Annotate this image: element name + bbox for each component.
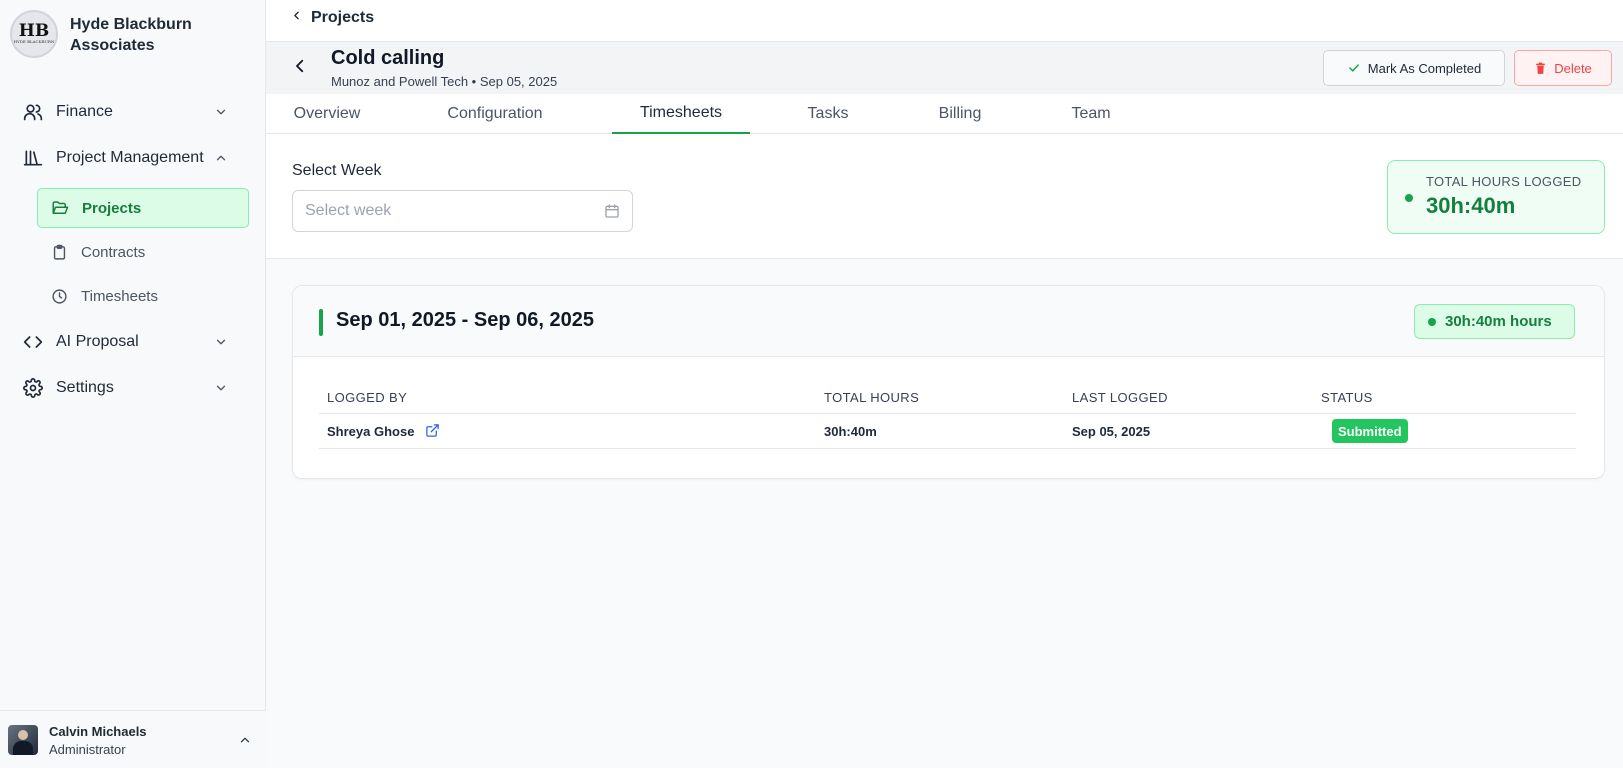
library-icon xyxy=(22,147,44,169)
tab-team[interactable]: Team xyxy=(1069,94,1113,134)
total-hours-value: 30h:40m xyxy=(1426,193,1516,218)
sidebar-item-project-management[interactable]: Project Management xyxy=(22,142,240,174)
company-name: Hyde Blackburn Associates xyxy=(70,16,192,54)
chevron-up-icon[interactable] xyxy=(238,733,252,752)
code-icon xyxy=(22,331,44,353)
chevron-left-icon xyxy=(290,9,303,27)
sidebar-item-label: Projects xyxy=(82,199,142,217)
tab-overview[interactable]: Overview xyxy=(292,94,362,134)
sidebar-item-settings[interactable]: Settings xyxy=(22,372,240,404)
week-timesheet-card: Sep 01, 2025 - Sep 06, 2025 30h:40m hour… xyxy=(292,285,1605,479)
user-role: Administrator xyxy=(49,742,126,757)
chevron-left-icon xyxy=(291,57,309,80)
total-hours-cell: 30h:40m xyxy=(824,424,877,439)
sidebar-item-ai-proposal[interactable]: AI Proposal xyxy=(22,326,240,358)
sidebar-item-label: Finance xyxy=(56,103,113,120)
tab-timesheets[interactable]: Timesheets xyxy=(612,94,750,134)
chevron-down-icon xyxy=(214,335,228,354)
accent-bar xyxy=(319,309,323,336)
check-icon xyxy=(1347,61,1361,75)
sidebar-item-projects[interactable]: Projects xyxy=(37,188,249,228)
select-week-label: Select Week xyxy=(292,162,382,179)
user-name: Calvin Michaels xyxy=(49,724,147,739)
tab-billing[interactable]: Billing xyxy=(935,94,985,134)
sidebar: HB HYDE BLACKBURN Hyde Blackburn Associa… xyxy=(0,0,266,768)
tab-configuration[interactable]: Configuration xyxy=(444,94,546,134)
column-total-hours: TOTAL HOURS xyxy=(824,390,920,405)
avatar xyxy=(8,725,38,755)
user-profile[interactable]: Calvin Michaels Administrator xyxy=(0,710,266,768)
sidebar-item-label: Timesheets xyxy=(81,287,158,305)
week-picker-input[interactable]: Select week xyxy=(292,190,633,232)
last-logged-cell: Sep 05, 2025 xyxy=(1072,424,1151,439)
week-hours-badge: 30h:40m hours xyxy=(1414,304,1575,339)
project-header: Cold calling Munoz and Powell Tech • Sep… xyxy=(266,42,1623,94)
calendar-icon xyxy=(604,203,620,224)
sidebar-item-label: Project Management xyxy=(56,149,204,166)
company-logo: HB HYDE BLACKBURN xyxy=(10,10,58,58)
sidebar-item-label: Contracts xyxy=(81,243,146,261)
status-dot xyxy=(1428,317,1436,326)
delete-label: Delete xyxy=(1554,60,1592,76)
folder-open-icon xyxy=(50,198,70,218)
week-hours-badge-label: 30h:40m hours xyxy=(1445,313,1552,330)
chevron-up-icon xyxy=(214,151,228,170)
breadcrumb[interactable]: Projects xyxy=(290,9,374,27)
users-icon xyxy=(22,101,44,123)
main-content: Projects Cold calling Munoz and Powell T… xyxy=(266,0,1623,768)
week-range-title: Sep 01, 2025 - Sep 06, 2025 xyxy=(336,309,594,331)
status-dot xyxy=(1405,194,1413,202)
external-link-icon[interactable] xyxy=(425,423,440,438)
clipboard-icon xyxy=(49,242,69,262)
total-hours-caption: TOTAL HOURS LOGGED xyxy=(1426,174,1582,189)
mark-as-completed-label: Mark As Completed xyxy=(1367,60,1482,76)
breadcrumb-label: Projects xyxy=(311,9,375,26)
trash-icon xyxy=(1534,62,1547,75)
column-logged-by: LOGGED BY xyxy=(327,390,408,405)
sidebar-item-label: Settings xyxy=(56,379,114,396)
project-tabs: Overview Configuration Timesheets Tasks … xyxy=(266,94,1623,134)
sidebar-item-contracts[interactable]: Contracts xyxy=(37,232,249,272)
project-subtitle: Munoz and Powell Tech • Sep 05, 2025 xyxy=(331,74,558,89)
column-last-logged: LAST LOGGED xyxy=(1072,390,1168,405)
logo-monogram: HB xyxy=(18,21,50,42)
back-button[interactable] xyxy=(288,56,312,80)
sidebar-item-timesheets[interactable]: Timesheets xyxy=(37,276,249,316)
logged-by-cell: Shreya Ghose xyxy=(327,424,415,439)
sidebar-item-finance[interactable]: Finance xyxy=(22,96,240,128)
week-filter-panel: Select Week Select week TOTAL HOURS LOGG… xyxy=(266,134,1623,259)
table-row[interactable]: Shreya Ghose 30h:40m Sep 05, 2025 Submit… xyxy=(319,414,1576,449)
week-picker-placeholder: Select week xyxy=(305,202,392,219)
logo-text: HYDE BLACKBURN xyxy=(13,39,55,45)
page-title: Cold calling xyxy=(331,47,445,69)
chevron-down-icon xyxy=(214,381,228,400)
mark-as-completed-button[interactable]: Mark As Completed xyxy=(1323,50,1505,86)
brand[interactable]: HB HYDE BLACKBURN Hyde Blackburn Associa… xyxy=(10,10,220,58)
delete-button[interactable]: Delete xyxy=(1514,50,1612,86)
week-card-header: Sep 01, 2025 - Sep 06, 2025 30h:40m hour… xyxy=(293,286,1604,357)
clock-icon xyxy=(49,286,69,306)
chevron-down-icon xyxy=(214,105,228,124)
column-status: STATUS xyxy=(1321,390,1373,405)
topbar: Projects xyxy=(266,0,1623,42)
gear-icon xyxy=(22,377,44,399)
status-badge: Submitted xyxy=(1332,419,1408,443)
total-hours-card: TOTAL HOURS LOGGED 30h:40m xyxy=(1387,160,1605,234)
tab-tasks[interactable]: Tasks xyxy=(806,94,850,134)
sidebar-item-label: AI Proposal xyxy=(56,333,139,350)
table-header: LOGGED BY TOTAL HOURS LAST LOGGED STATUS xyxy=(319,382,1576,414)
